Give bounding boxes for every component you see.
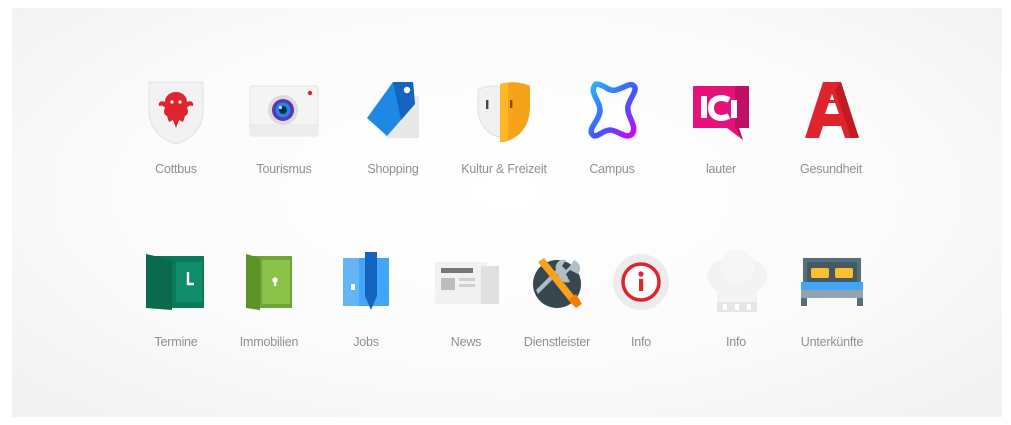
door-icon (244, 252, 294, 310)
camera-icon (249, 84, 319, 138)
chef-hat-icon (701, 248, 773, 314)
tools-icon (528, 252, 586, 312)
coat-of-arms-icon (145, 78, 207, 146)
info-icon (610, 252, 672, 312)
campus-icon (586, 78, 642, 144)
tile-campus[interactable]: Campus (586, 78, 638, 188)
calendar-door-icon (146, 252, 206, 310)
jobs-icon (341, 252, 391, 312)
tile-gesundheit[interactable]: Gesundheit (800, 78, 863, 188)
tile-label: Unterkünfte (800, 335, 864, 349)
bed-icon (801, 256, 863, 308)
app-grid-panel: Cottbus Tourismus Shopping Kultur & Frei… (12, 8, 1002, 417)
newspaper-icon (435, 260, 499, 306)
tile-label: Gesundheit (800, 162, 862, 176)
tile-shopping[interactable]: Shopping (363, 78, 423, 188)
price-tag-icon (363, 78, 425, 144)
tile-immobilien[interactable]: Immobilien (240, 252, 298, 362)
tile-jobs[interactable]: Jobs (341, 252, 391, 362)
lauter-logo-icon (691, 78, 753, 144)
pharmacy-icon (801, 78, 863, 144)
tile-unterkuenfte[interactable]: Unterkünfte (801, 252, 863, 362)
tile-cottbus[interactable]: Cottbus (145, 78, 207, 188)
tile-lauter[interactable]: lauter (691, 78, 751, 188)
theater-mask-icon (474, 78, 534, 144)
tile-kultur-freizeit[interactable]: Kultur & Freizeit (461, 78, 547, 188)
tile-termine[interactable]: Termine (146, 252, 206, 362)
tile-tourismus[interactable]: Tourismus (249, 78, 319, 188)
